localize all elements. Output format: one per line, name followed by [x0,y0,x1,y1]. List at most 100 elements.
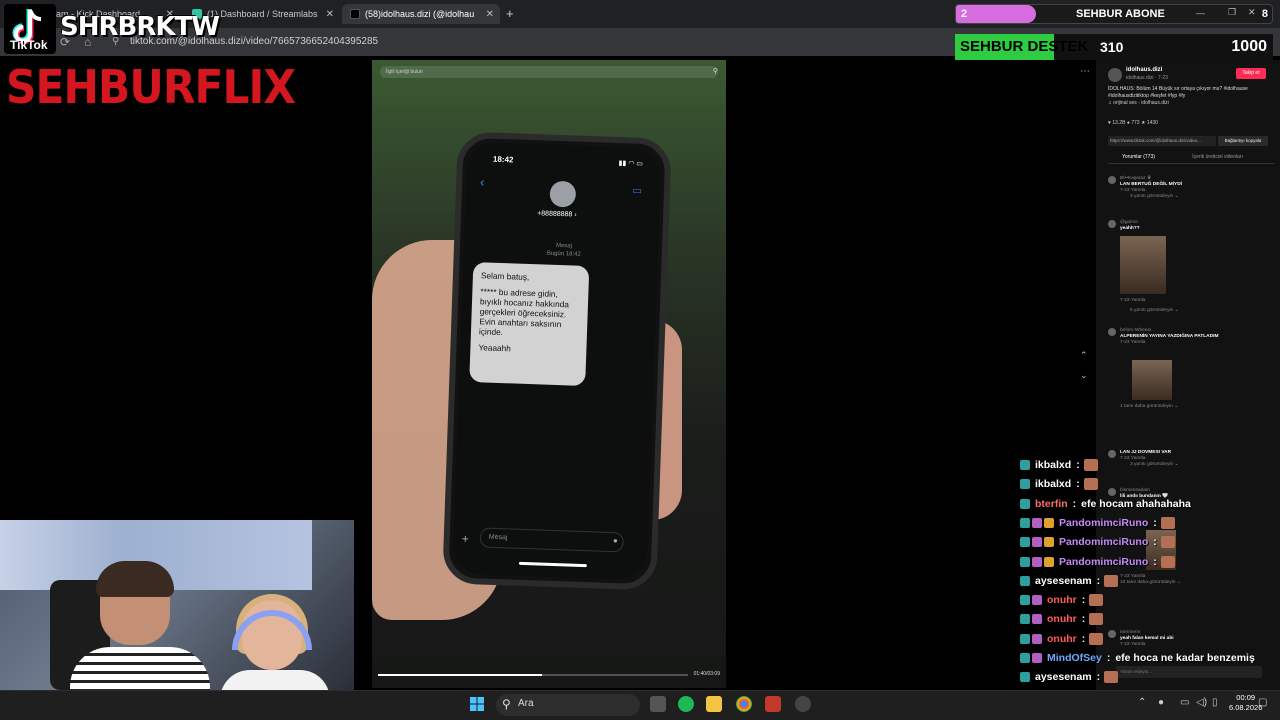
chat-username[interactable]: bterfin [1035,498,1068,510]
network-icon[interactable]: ▭ [1180,697,1189,708]
subscriber-goal-target: 8 [1261,8,1268,20]
comment-avatar[interactable] [1108,220,1116,228]
chat-badge-icon [1020,460,1030,470]
view-replies-link[interactable]: 10 tane daha görüntüleyin ⌄ [1120,580,1268,586]
subscriber-goal-bar: 2 SEHBUR ABONE 8 [955,4,1273,24]
subscriber-count: 2 [961,8,968,20]
video-call-icon: ▭ [632,185,643,197]
chat-badge-icon [1032,537,1042,548]
comment-image[interactable] [1132,360,1172,400]
tab-tiktok[interactable]: (58)idolhaus.dizi (@idolhau ✕ [342,4,500,24]
tray-chevron-icon[interactable]: ⌃ [1138,697,1146,708]
comment-image[interactable] [1120,236,1166,294]
close-tab-icon[interactable]: ✕ [326,9,334,20]
view-replies-link[interactable]: 3 yanıtı görüntüleyin ⌄ [1130,194,1268,200]
contact-avatar-icon [549,180,577,208]
chat-message: onuhr: [1020,630,1104,648]
windows-start-icon[interactable] [470,697,484,711]
message-bubble: Selam batuş, ***** bu adrese gidin, bıyı… [469,262,590,386]
chat-separator: : [1076,459,1080,471]
chat-emote-icon [1160,536,1175,549]
chat-badge-icon [1032,653,1042,663]
comment-author[interactable]: @goimo [1120,220,1268,226]
search-icon[interactable]: ⚲ [502,697,511,711]
volume-icon[interactable]: ◁) [1196,697,1207,708]
file-explorer-icon[interactable] [706,696,722,712]
task-view-icon[interactable] [650,696,666,712]
chat-separator: : [1076,478,1080,491]
tiktok-label: TikTok [10,38,48,52]
chat-username[interactable]: onuhr [1047,633,1077,645]
comment-avatar[interactable] [1108,328,1116,336]
minimize-icon[interactable]: — [1196,8,1205,18]
more-options-icon[interactable]: ⋯ [1080,66,1090,77]
chat-username[interactable]: onuhr [1047,594,1077,606]
voice-app-icon[interactable] [765,696,781,712]
creator-username[interactable]: idolhaus.dizi [1126,67,1162,73]
new-tab-icon[interactable]: + [506,6,514,21]
comment-text: yeahh?? [1120,226,1140,231]
tab-creator-videos[interactable]: İçerik üreticisi videoları [1192,154,1243,160]
phone-image: 18:42 ▮▮ ◠ ▭ ‹ +88888888 › ▭ Mesaj Bugün… [442,131,672,591]
tab-comments[interactable]: Yorumlar (773) [1122,154,1155,160]
subscriber-goal-fill: 2 [956,5,1036,23]
related-search-input[interactable]: İlgili içeriği bulun [380,66,718,78]
spotify-icon[interactable] [678,696,694,712]
comment-avatar[interactable] [1108,450,1116,458]
video-link-field[interactable]: https://www.tiktok.com/@idolhaus.dizi/vi… [1108,136,1216,146]
chrome-icon[interactable] [736,696,752,712]
view-replies-link[interactable]: 1 tane daha görüntüleyin ⌄ [1120,404,1268,410]
view-replies-link[interactable]: 3 yanıtı görüntüleyin ⌄ [1130,462,1268,468]
search-icon[interactable]: ⚲ [713,67,718,75]
chat-username[interactable]: PandomimciRuno [1059,536,1148,548]
chat-username[interactable]: PandomimciRuno [1059,556,1148,568]
chat-separator: : [1072,497,1077,510]
chat-badge-icon [1032,614,1042,625]
close-tab-icon[interactable]: ✕ [486,9,494,20]
scroll-down-chevron-icon[interactable]: ⌄ [1080,370,1088,381]
mic-icon[interactable]: ● [1158,697,1164,708]
chat-separator: : [1106,652,1111,664]
battery-icon[interactable]: ▯ [1212,697,1218,708]
chat-message: ikbalxd: [1020,475,1098,493]
chat-username[interactable]: aysesenam [1035,671,1092,683]
chat-emote-icon [1160,555,1175,568]
contact-number: +88888888 › [537,210,577,219]
steam-icon[interactable] [795,696,811,712]
chat-separator: : [1153,555,1157,568]
video-stats[interactable]: ♥ 13.2B ● 773 ★ 1430 [1108,120,1158,126]
chat-username[interactable]: onuhr [1047,613,1077,625]
chat-username[interactable]: ikbalxd [1035,478,1071,490]
notification-icon[interactable]: ▢ [1258,697,1267,708]
view-replies-link[interactable]: 5 yanıtı görüntüleyin ⌄ [1130,308,1268,314]
scroll-up-chevron-icon[interactable]: ⌃ [1080,350,1088,361]
chat-username[interactable]: ikbalxd [1035,459,1071,471]
webcam-feed [0,520,354,690]
comment-item: @goimo yeahh?? 7-23 Yanıtla 5 yanıtı gör… [1108,220,1268,314]
panel-tabs: Yorumlar (773) İçerik üreticisi videolar… [1108,154,1274,164]
follow-button[interactable]: Takip et [1236,68,1266,79]
chat-badge-icon [1020,498,1030,509]
tiktok-video-player[interactable]: İlgili içeriği bulun ⚲ 18:42 ▮▮ ◠ ▭ ‹ +8… [372,60,726,688]
taskbar-search-label[interactable]: Ara [518,698,534,709]
sound-link[interactable]: ♫ orijinal ses - idolhaus.dizi [1108,100,1169,106]
comment-input[interactable]: Yorum ekleyin... [1116,666,1262,678]
chat-username[interactable]: MindOfSey [1047,652,1102,664]
chat-separator: : [1081,594,1086,607]
chat-badge-icon [1044,556,1054,567]
comment-avatar[interactable] [1108,630,1116,638]
comment-meta: 7-23 Yanıtla [1120,642,1146,647]
chat-username[interactable]: aysesenam [1035,575,1092,587]
windows-taskbar [0,690,1280,720]
maximize-icon[interactable]: ❐ [1228,7,1236,18]
cohost-shirt [220,670,330,690]
chat-username[interactable]: PandomimciRuno [1059,517,1148,529]
creator-avatar[interactable] [1108,68,1122,82]
chat-message: aysesenam: [1020,572,1119,590]
video-progress-bar[interactable] [378,674,688,676]
copy-link-button[interactable]: Bağlantıyı kopyala [1218,136,1268,146]
close-window-icon[interactable]: ✕ [1248,7,1256,18]
comment-avatar[interactable] [1108,176,1116,184]
phone-status-icons: ▮▮ ◠ ▭ [618,160,644,168]
comment-meta: 7-23 Yanıtla [1120,298,1146,303]
